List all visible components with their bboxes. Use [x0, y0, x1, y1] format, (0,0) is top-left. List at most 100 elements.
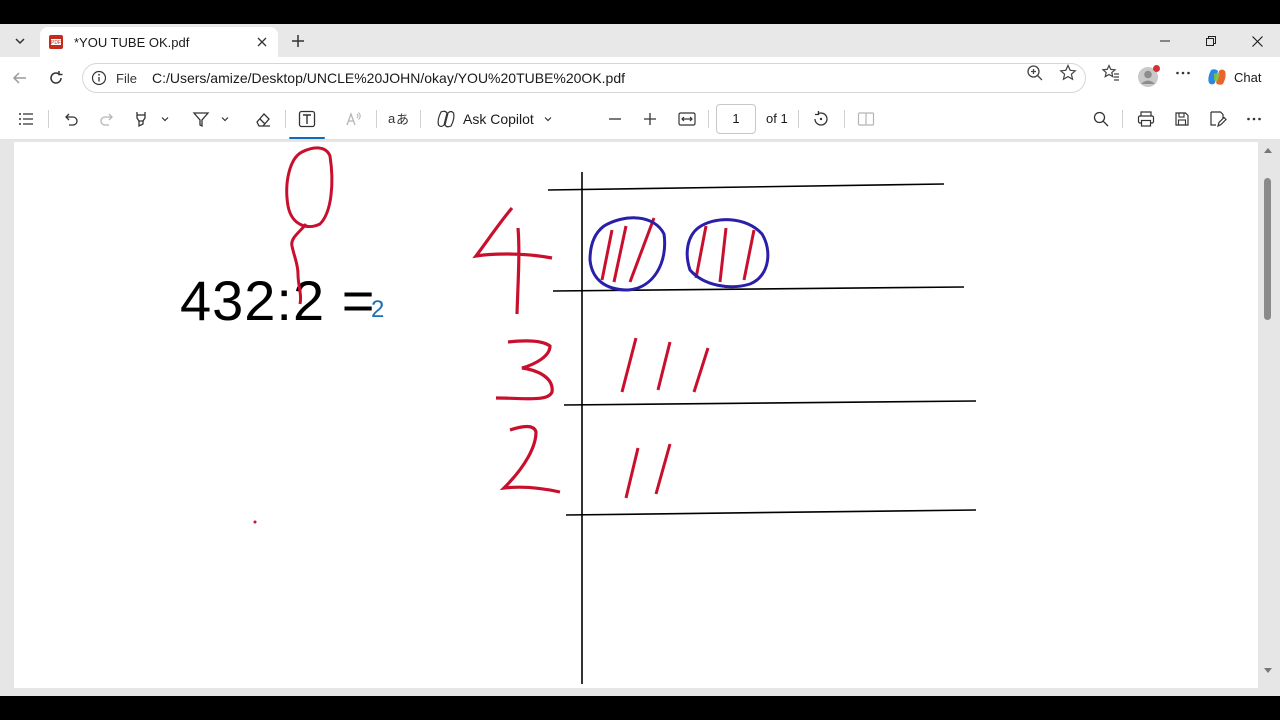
- scroll-down-arrow-icon[interactable]: [1263, 667, 1273, 675]
- url-text[interactable]: C:/Users/amize/Desktop/UNCLE%20JOHN/okay…: [152, 70, 625, 86]
- search-icon: [1093, 111, 1109, 127]
- vertical-scroll-thumb[interactable]: [1264, 178, 1271, 320]
- table-row-line: [563, 400, 977, 406]
- document-viewer[interactable]: 432:2 = 2: [0, 140, 1280, 696]
- save-button[interactable]: [1168, 106, 1196, 132]
- tally-mark: [656, 341, 672, 391]
- save-as-button[interactable]: [1204, 106, 1232, 132]
- vertical-scrollbar[interactable]: [1262, 146, 1274, 676]
- address-bar-row: File C:/Users/amize/Desktop/UNCLE%20JOHN…: [0, 57, 1280, 98]
- browser-window: PDF *YOU TUBE OK.pdf File C:/Users/amize…: [0, 24, 1280, 696]
- active-tool-indicator: [289, 137, 325, 139]
- restore-button[interactable]: [1188, 28, 1234, 54]
- zoom-in-button[interactable]: [636, 106, 664, 132]
- copilot-chat-button[interactable]: Chat: [1206, 62, 1274, 92]
- draw-tool-button[interactable]: [188, 106, 234, 132]
- pdf-page[interactable]: 432:2 = 2: [14, 142, 1258, 688]
- tab-active[interactable]: PDF *YOU TUBE OK.pdf: [40, 27, 278, 57]
- translate-icon: aあ: [388, 111, 408, 127]
- plus-icon: [292, 35, 304, 47]
- refresh-icon: [50, 71, 63, 84]
- tally-mark: [654, 443, 672, 495]
- screen: PDF *YOU TUBE OK.pdf File C:/Users/amize…: [0, 0, 1280, 720]
- redo-button[interactable]: [93, 106, 121, 132]
- undo-icon: [65, 113, 78, 126]
- translate-button[interactable]: aあ: [384, 106, 412, 132]
- back-button[interactable]: [6, 64, 34, 92]
- table-of-contents-button[interactable]: [12, 106, 40, 132]
- highlight-tool-button[interactable]: [128, 106, 174, 132]
- toolbar-separator: [1122, 110, 1123, 128]
- print-button[interactable]: [1132, 106, 1160, 132]
- refresh-button[interactable]: [42, 64, 70, 92]
- favorites-icon[interactable]: [1102, 64, 1120, 82]
- ask-copilot-label: Ask Copilot: [463, 111, 534, 127]
- close-icon: [1251, 35, 1263, 47]
- scroll-up-arrow-icon[interactable]: [1263, 146, 1273, 154]
- chat-label: Chat: [1234, 69, 1262, 85]
- undo-button[interactable]: [57, 106, 85, 132]
- tab-title: *YOU TUBE OK.pdf: [74, 34, 190, 50]
- minimize-button[interactable]: [1142, 28, 1188, 54]
- page-number-input[interactable]: 1: [716, 104, 756, 134]
- ink-dot: [253, 520, 257, 524]
- tally-mark: [624, 447, 640, 499]
- divisor-circle-stroke: [285, 146, 334, 229]
- divisor-tail-stroke: [290, 223, 308, 305]
- read-aloud-button[interactable]: [340, 106, 368, 132]
- save-icon: [1175, 112, 1189, 126]
- erase-tool-button[interactable]: [249, 106, 277, 132]
- more-pdf-options-button[interactable]: [1240, 106, 1268, 132]
- copilot-outline-icon: [437, 110, 455, 128]
- find-button[interactable]: [1087, 106, 1115, 132]
- rotate-button[interactable]: [807, 106, 835, 132]
- new-tab-button[interactable]: [286, 30, 310, 52]
- read-aloud-icon: [346, 112, 361, 126]
- chevron-down-icon: [15, 38, 25, 45]
- zoom-out-button[interactable]: [601, 106, 629, 132]
- digit-four-stroke: [472, 206, 553, 315]
- close-window-button[interactable]: [1234, 28, 1280, 54]
- tally-mark: [620, 337, 638, 393]
- tally-mark: [628, 217, 656, 283]
- list-icon: [19, 113, 33, 125]
- back-arrow-icon: [12, 72, 26, 84]
- ask-copilot-button[interactable]: Ask Copilot: [434, 106, 556, 132]
- toolbar-separator: [420, 110, 421, 128]
- tab-strip: PDF *YOU TUBE OK.pdf: [0, 24, 1280, 57]
- add-text-button[interactable]: [293, 106, 321, 132]
- profile-avatar[interactable]: [1137, 65, 1160, 88]
- address-bar[interactable]: File C:/Users/amize/Desktop/UNCLE%20JOHN…: [82, 63, 1086, 93]
- table-row-line: [547, 183, 945, 191]
- more-options-icon: [1247, 117, 1261, 121]
- favorite-star-icon[interactable]: [1059, 64, 1077, 82]
- copilot-icon: [1208, 69, 1226, 85]
- tally-mark: [742, 229, 756, 281]
- fit-width-icon: [678, 112, 696, 126]
- row-tens: [495, 337, 710, 401]
- svg-text:あ: あ: [396, 112, 408, 127]
- page-view-button[interactable]: [852, 106, 880, 132]
- tally-mark: [612, 225, 628, 283]
- chevron-down-icon: [221, 117, 229, 122]
- toolbar-separator: [285, 110, 286, 128]
- tally-mark: [692, 347, 710, 393]
- highlighter-icon: [136, 112, 146, 128]
- zoom-icon[interactable]: [1026, 64, 1044, 82]
- close-icon: [257, 37, 267, 47]
- page-total-label: of 1: [766, 111, 788, 126]
- tab-actions-menu-button[interactable]: [8, 30, 32, 52]
- tab-close-button[interactable]: [252, 32, 272, 52]
- row-hundreds: [472, 206, 770, 315]
- table-row-line: [565, 509, 977, 516]
- minimize-icon: [1160, 40, 1170, 42]
- fit-to-width-button[interactable]: [673, 106, 701, 132]
- digit-two-stroke: [499, 424, 561, 494]
- more-options-icon[interactable]: [1174, 64, 1192, 82]
- info-icon[interactable]: [91, 70, 107, 86]
- digit-three-stroke: [495, 339, 554, 401]
- save-as-icon: [1210, 111, 1227, 128]
- redo-icon: [100, 113, 113, 126]
- plus-icon: [644, 113, 656, 125]
- printer-icon: [1137, 111, 1155, 127]
